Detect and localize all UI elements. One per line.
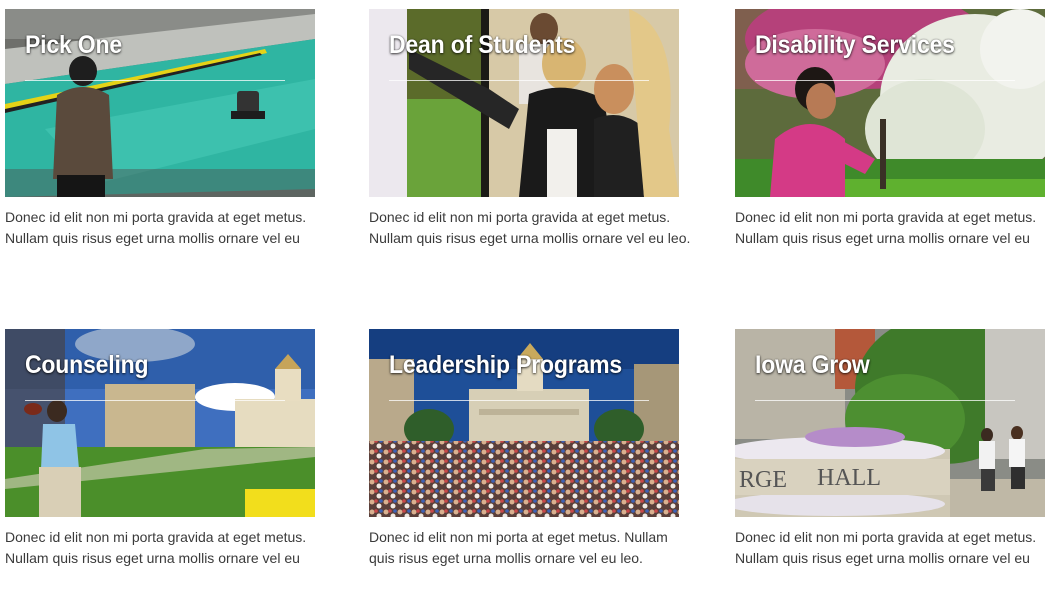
card-description-line: Donec id elit non mi porta gravida at eg…	[5, 209, 307, 225]
card-iowa-grow: RGE HALL Iowa Grow Donec id elit non mi …	[735, 329, 1045, 569]
title-divider	[389, 400, 649, 401]
card-disability-services: Disability Services Donec id elit non mi…	[735, 9, 1045, 249]
card-link-counseling[interactable]: Counseling	[5, 329, 315, 517]
card-title: Leadership Programs	[389, 351, 622, 379]
card-description-line: Donec id elit non mi porta gravida at eg…	[369, 209, 671, 225]
card-link-iowa-grow[interactable]: RGE HALL Iowa Grow	[735, 329, 1045, 517]
card-description: Donec id elit non mi porta gravida at eg…	[735, 527, 1052, 569]
card-description-line: Nullam quis risus eget urna mollis ornar…	[735, 550, 1030, 566]
card-description-line: Nullam quis risus eget urna mollis ornar…	[735, 230, 1030, 246]
card-title: Pick One	[25, 31, 122, 59]
card-link-pick-one[interactable]: Pick One	[5, 9, 315, 197]
card-title: Disability Services	[755, 31, 955, 59]
card-description-line: Donec id elit non mi porta gravida at eg…	[5, 529, 307, 545]
card-description-line: Donec id elit non mi porta gravida at eg…	[735, 529, 1037, 545]
title-divider	[25, 400, 285, 401]
card-description-line: quis risus eget urna mollis ornare vel e…	[369, 550, 643, 566]
title-divider	[755, 80, 1015, 81]
card-title: Iowa Grow	[755, 351, 870, 379]
card-description-line: Nullam quis risus eget urna mollis ornar…	[5, 230, 300, 246]
card-dean-of-students: Dean of Students Donec id elit non mi po…	[369, 9, 690, 249]
card-link-leadership-programs[interactable]: Leadership Programs	[369, 329, 679, 517]
card-counseling: Counseling Donec id elit non mi porta gr…	[5, 329, 315, 569]
card-leadership-programs: Leadership Programs Donec id elit non mi…	[369, 329, 679, 569]
card-description: Donec id elit non mi porta gravida at eg…	[735, 207, 1052, 249]
card-link-dean-of-students[interactable]: Dean of Students	[369, 9, 679, 197]
card-description: Donec id elit non mi porta gravida at eg…	[5, 207, 335, 249]
title-divider	[389, 80, 649, 81]
card-description-line: Nullam quis risus eget urna mollis ornar…	[369, 230, 691, 246]
card-title: Dean of Students	[389, 31, 576, 59]
title-divider	[755, 400, 1015, 401]
card-link-disability-services[interactable]: Disability Services	[735, 9, 1045, 197]
title-divider	[25, 80, 285, 81]
card-description-line: Nullam quis risus eget urna mollis ornar…	[5, 550, 300, 566]
card-title: Counseling	[25, 351, 149, 379]
card-description: Donec id elit non mi porta at eget metus…	[369, 527, 699, 569]
card-description-line: Donec id elit non mi porta gravida at eg…	[735, 209, 1037, 225]
card-pick-one: Pick One Donec id elit non mi porta grav…	[5, 9, 315, 249]
svg-text:RGE: RGE	[739, 467, 787, 493]
card-description-line: Donec id elit non mi porta at eget metus…	[369, 529, 668, 545]
svg-text:HALL: HALL	[817, 465, 881, 491]
card-description: Donec id elit non mi porta gravida at eg…	[5, 527, 335, 569]
card-description: Donec id elit non mi porta gravida at eg…	[369, 207, 699, 249]
